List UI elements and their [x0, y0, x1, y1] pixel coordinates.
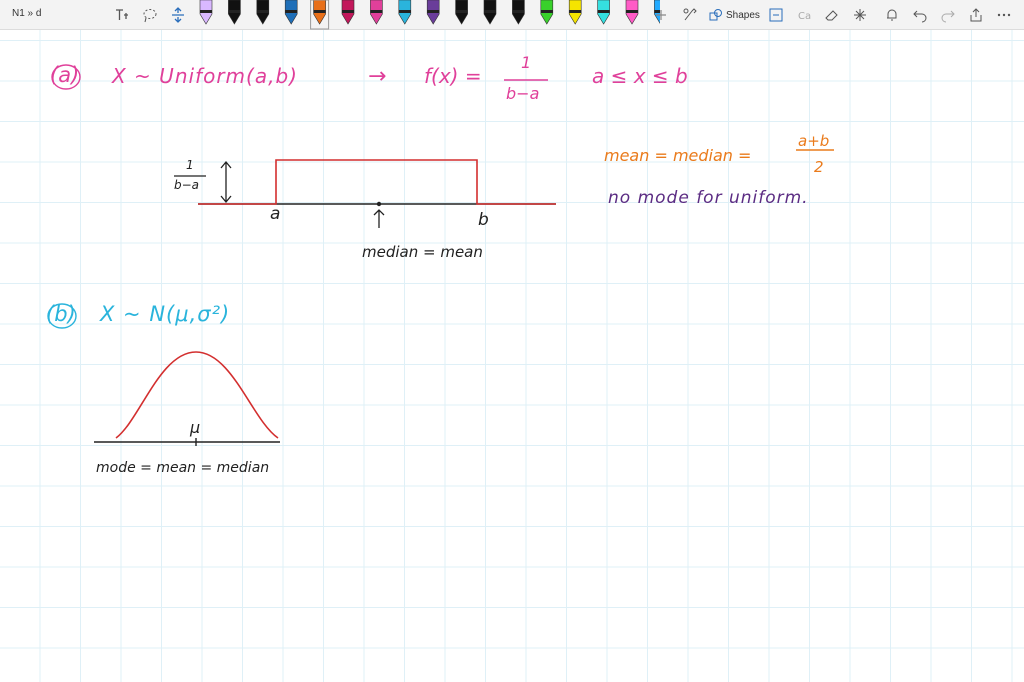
median-mean-label: median = mean	[362, 243, 483, 261]
pen-tool-10[interactable]	[455, 0, 468, 25]
part-b-label: (b)	[46, 302, 76, 326]
pen-tool-11[interactable]	[483, 0, 497, 25]
redo-icon[interactable]	[940, 4, 956, 26]
undo-icon[interactable]	[912, 4, 928, 26]
shapes-label: Shapes	[726, 9, 760, 21]
ink-replay-icon[interactable]	[682, 4, 698, 26]
pen-tool-16[interactable]	[625, 0, 639, 25]
svg-text:Ca: Ca	[798, 11, 811, 22]
pen-tool-7[interactable]	[370, 0, 383, 25]
share-icon[interactable]	[968, 4, 984, 26]
tick-label-b: b	[478, 210, 489, 230]
shapes-icon	[709, 9, 722, 21]
shapes-button[interactable]: Shapes	[709, 6, 760, 24]
part-a-label: (a)	[50, 63, 80, 87]
add-pen-icon[interactable]	[655, 4, 667, 26]
pen-tool-6[interactable]	[341, 0, 355, 25]
pen-tool-4[interactable]	[284, 0, 298, 25]
pdf-denominator: b−a	[506, 84, 540, 103]
pen-tray	[199, 0, 660, 30]
pen-tool-15[interactable]	[597, 0, 610, 25]
pen-tool-3[interactable]	[256, 0, 270, 25]
height-numerator: 1	[186, 158, 194, 172]
ruler-icon[interactable]	[852, 4, 868, 26]
normal-summary: mode = mean = median	[96, 460, 270, 476]
normal-distribution: X ~ N(μ,σ²)	[100, 302, 231, 326]
pdf-numerator: 1	[521, 53, 532, 72]
ink-to-shape-icon[interactable]	[768, 4, 784, 26]
note-canvas[interactable]	[0, 30, 1024, 682]
eraser-icon[interactable]	[824, 4, 840, 26]
mu-label: μ	[190, 418, 201, 437]
ink-toolbar: N1 » d Shapes Ca	[0, 0, 1024, 30]
no-mode-note: no mode for uniform.	[608, 188, 809, 208]
more-icon[interactable]	[996, 4, 1012, 26]
pen-tool-14[interactable]	[568, 0, 582, 25]
pen-tool-1[interactable]	[199, 0, 213, 25]
implies-arrow: →	[368, 64, 387, 89]
tick-label-a: a	[270, 204, 281, 224]
pdf-left: f(x) =	[424, 64, 482, 88]
ink-to-math-icon[interactable]: Ca	[796, 4, 812, 26]
mean-denominator: 2	[814, 158, 824, 176]
pen-tool-12[interactable]	[512, 0, 525, 25]
height-denominator: b−a	[174, 178, 200, 192]
pen-tool-2[interactable]	[228, 0, 241, 25]
pen-tool-9[interactable]	[426, 0, 440, 25]
pen-tool-5[interactable]	[310, 0, 330, 30]
mean-median-text: mean = median =	[604, 146, 752, 165]
pen-tool-8[interactable]	[398, 0, 412, 25]
mean-numerator: a+b	[798, 132, 830, 150]
bell-icon[interactable]	[884, 4, 900, 26]
pen-tool-13[interactable]	[540, 0, 554, 25]
uniform-distribution: X ~ Uniform(a,b)	[112, 64, 298, 88]
support-range: a ≤ x ≤ b	[592, 64, 688, 88]
